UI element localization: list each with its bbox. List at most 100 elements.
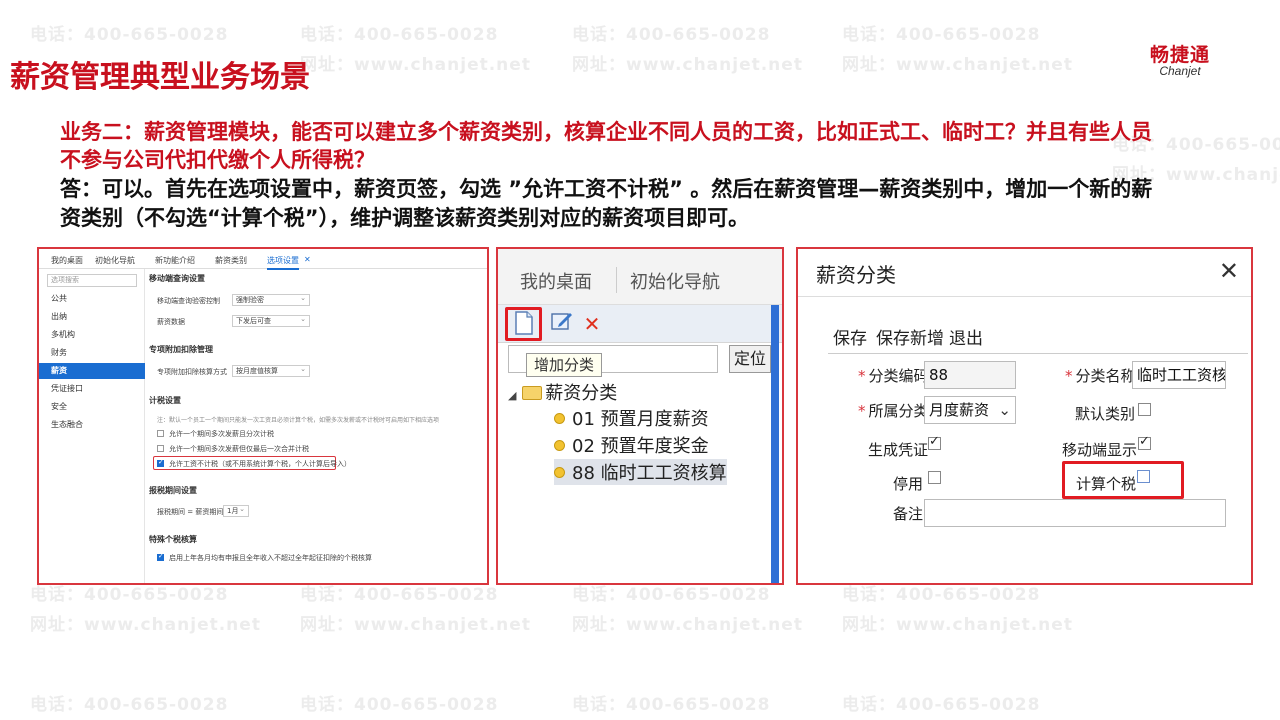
label-special-method: 专项附加扣除核算方式	[157, 368, 227, 376]
divider	[828, 353, 1248, 354]
select-salary-data[interactable]: 下发后可查	[232, 314, 310, 327]
watermark-phone: 电话：400-665-0028	[572, 25, 771, 45]
watermark-web: 网址：www.chanjet.net	[300, 55, 531, 75]
label-remark: 备注	[893, 505, 924, 523]
watermark-phone: 电话：400-665-0028	[572, 695, 771, 715]
section-special-deduction: 专项附加扣除管理	[149, 345, 213, 354]
option-search-input[interactable]: 选项搜索	[47, 274, 137, 287]
sidebar-item-ecosystem[interactable]: 生态融合	[39, 417, 145, 433]
tree-item[interactable]: 01 预置月度薪资	[554, 405, 709, 431]
tab-option-settings[interactable]: 选项设置	[267, 255, 299, 270]
checkbox-generate-voucher[interactable]	[928, 434, 941, 450]
tab-my-desktop[interactable]: 我的桌面	[51, 255, 83, 266]
watermark-phone: 电话：400-665-0028	[842, 25, 1041, 45]
select-period[interactable]: 1月	[223, 504, 249, 517]
salary-category-dialog: 薪资分类 ✕ 保存 保存新增 退出 *分类编码 88 *分类名称 临时工工资核.…	[796, 247, 1253, 585]
locate-button[interactable]: 定位	[729, 345, 771, 373]
salary-category-screenshot: 我的桌面 初始化导航 ✕ 增加分类 定位 ◢ 薪资分类 01 预置月度薪资 02…	[496, 247, 784, 585]
watermark-web: 网址：www.chanjet.net	[30, 615, 261, 635]
watermark-web: 网址：www.chanjet.net	[572, 55, 803, 75]
sidebar-item-cashier[interactable]: 出纳	[39, 309, 145, 325]
tax-note: 注：默认一个员工一个期间只能发一次工资且必须计算个税，如需多次发薪或不计税时可启…	[157, 417, 440, 424]
sidebar-item-security[interactable]: 安全	[39, 399, 145, 415]
save-button[interactable]: 保存	[833, 324, 867, 349]
label-tax-exempt: 允许工资不计税（或不用系统计算个税，个人计算后导入）	[169, 460, 351, 468]
collapse-icon[interactable]: ◢	[508, 389, 516, 402]
select-mobile-pwd[interactable]: 强制验密	[232, 293, 310, 306]
watermark-phone: 电话：400-665-0028	[842, 695, 1041, 715]
vertical-scrollbar[interactable]	[771, 305, 779, 583]
folder-icon	[522, 386, 543, 400]
checkbox-tax-exempt[interactable]	[157, 458, 164, 467]
top-tab-bar: 我的桌面 初始化导航	[498, 249, 782, 305]
label-parent-category: * 所属分类	[858, 402, 929, 420]
page-title: 薪资管理典型业务场景	[10, 60, 310, 95]
sidebar-item-finance[interactable]: 财务	[39, 345, 145, 361]
tab-new-features[interactable]: 新功能介绍	[155, 255, 195, 266]
tab-init-nav[interactable]: 初始化导航	[630, 268, 720, 294]
category-name-input[interactable]: 临时工工资核...	[1132, 361, 1226, 389]
checkbox-special-tax[interactable]	[157, 552, 164, 561]
checkbox-calc-tax[interactable]	[1137, 470, 1150, 483]
sidebar-item-multi-org[interactable]: 多机构	[39, 327, 145, 343]
watermark-web: 网址：www.chanjet.net	[572, 615, 803, 635]
tab-bar: 我的桌面 初始化导航 新功能介绍 薪资类别 选项设置 ✕	[39, 249, 487, 270]
label-category-code: * 分类编码	[858, 367, 929, 385]
close-icon[interactable]: ✕	[1219, 257, 1239, 285]
watermark-phone: 电话：400-665-0028	[300, 695, 499, 715]
answer-text: 答：可以。首先在选项设置中，薪资页签，勾选 ”允许工资不计税” 。然后在薪资管理…	[60, 177, 1153, 230]
tree-item-selected[interactable]: 88 临时工工资核算	[554, 459, 727, 485]
section-special-tax: 特殊个税核算	[149, 535, 197, 544]
tab-my-desktop[interactable]: 我的桌面	[520, 268, 592, 294]
label-mobile-pwd: 移动端查询验密控制	[157, 297, 220, 305]
remark-input[interactable]	[924, 499, 1226, 527]
checkbox-mobile-display[interactable]	[1138, 434, 1151, 450]
checkbox-tax-opt1[interactable]	[157, 430, 164, 437]
label-calc-tax: 计算个税	[1076, 475, 1137, 493]
checkbox-disable[interactable]	[928, 471, 941, 484]
watermark-phone: 电话：400-665-0028	[300, 25, 499, 45]
label-tax-opt1: 允许一个期间多次发薪且分次计税	[169, 430, 274, 438]
label-default-category: 默认类别	[1075, 405, 1136, 423]
question-text: 业务二：薪资管理模块，能否可以建立多个薪资类别，核算企业不同人员的工资，比如正式…	[60, 120, 1152, 172]
chevron-down-icon: ⌄	[998, 401, 1011, 419]
watermark-web: 网址：www.chanjet.net	[842, 615, 1073, 635]
label-generate-voucher: 生成凭证	[868, 441, 929, 459]
save-and-new-button[interactable]: 保存新增	[876, 324, 944, 349]
watermark-phone: 电话：400-665-0028	[30, 695, 229, 715]
category-toolbar: ✕	[498, 305, 782, 343]
sidebar-item-voucher[interactable]: 凭证接口	[39, 381, 145, 397]
checkbox-default-category[interactable]	[1138, 403, 1151, 416]
label-disable: 停用	[893, 475, 924, 493]
watermark-web: 网址：www.chanjet.net	[300, 615, 531, 635]
dialog-title: 薪资分类	[816, 263, 896, 287]
parent-category-select[interactable]: 月度薪资 ⌄	[924, 396, 1016, 424]
category-code-input[interactable]: 88	[924, 361, 1016, 389]
tab-salary-category[interactable]: 薪资类别	[215, 255, 247, 266]
sidebar-item-public[interactable]: 公共	[39, 291, 145, 307]
item-bullet-icon	[554, 467, 565, 478]
add-category-icon[interactable]	[510, 311, 538, 337]
tab-close-icon[interactable]: ✕	[304, 255, 311, 264]
exit-button[interactable]: 退出	[949, 324, 983, 349]
options-settings-screenshot: 我的桌面 初始化导航 新功能介绍 薪资类别 选项设置 ✕ 选项搜索 公共 出纳 …	[37, 247, 489, 585]
section-tax: 计税设置	[149, 396, 181, 405]
watermark-phone: 电话：400-665-0028	[30, 25, 229, 45]
edit-icon[interactable]	[548, 311, 576, 337]
tab-separator	[616, 267, 617, 293]
item-bullet-icon	[554, 413, 565, 424]
checkbox-tax-opt2[interactable]	[157, 445, 164, 452]
section-period: 报税期间设置	[149, 486, 197, 495]
tab-init-nav[interactable]: 初始化导航	[95, 255, 135, 266]
option-sidebar: 选项搜索 公共 出纳 多机构 财务 薪资 凭证接口 安全 生态融合	[39, 269, 145, 583]
label-period: 报税期间 = 薪资期间 +	[157, 508, 232, 516]
select-special-method[interactable]: 按月度值核算	[232, 364, 310, 377]
section-mobile: 移动端查询设置	[149, 274, 205, 283]
tree-item[interactable]: 02 预置年度奖金	[554, 432, 709, 458]
label-tax-opt2: 允许一个期间多次发薪但仅最后一次合并计税	[169, 445, 309, 453]
tree-root[interactable]: ◢ 薪资分类	[508, 379, 617, 405]
sidebar-item-salary[interactable]: 薪资	[39, 363, 145, 379]
label-salary-data: 薪资数据	[157, 318, 185, 326]
delete-icon[interactable]: ✕	[578, 311, 606, 337]
watermark-web: 网址：www.chanjet.net	[842, 55, 1073, 75]
